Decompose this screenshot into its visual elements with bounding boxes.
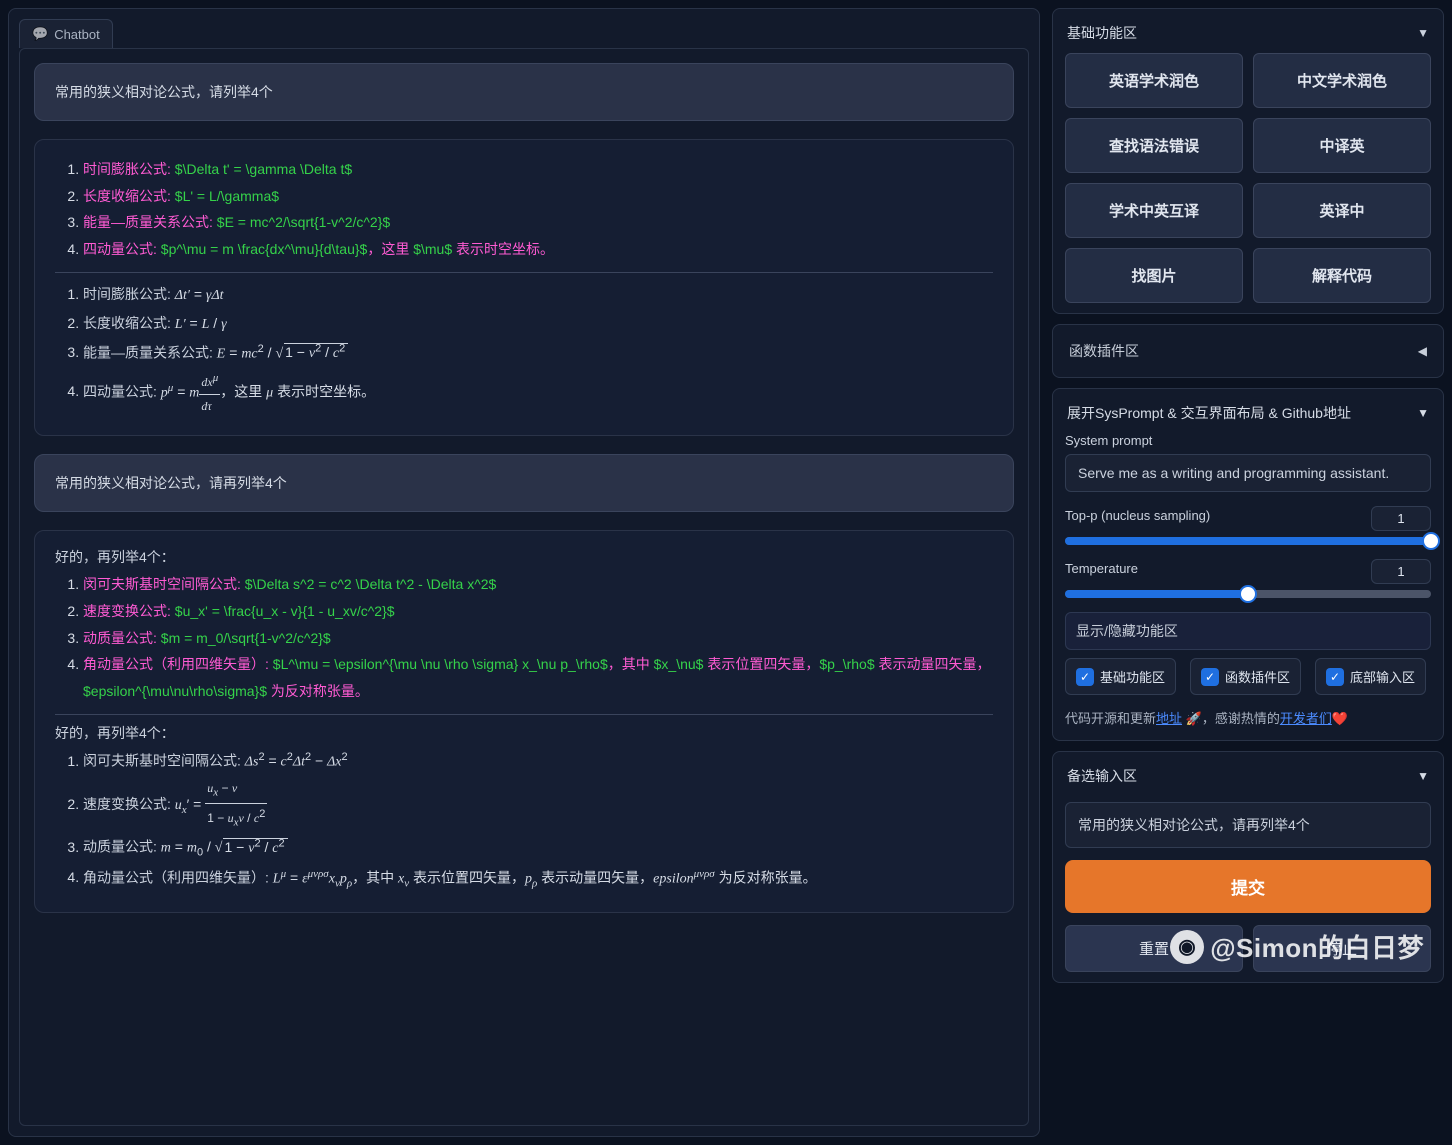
sidebar: 基础功能区 ▼ 英语学术润色中文学术润色查找语法错误中译英学术中英互译英译中找图… xyxy=(1052,8,1444,1137)
top-p-slider[interactable] xyxy=(1065,537,1431,545)
bot-message: 好的，再列举4个： 闵可夫斯基时空间隔公式: $\Delta s^2 = c^2… xyxy=(34,530,1014,912)
toggle-check-1[interactable]: ✓函数插件区 xyxy=(1190,658,1301,695)
tab-chatbot[interactable]: 💬 Chatbot xyxy=(19,19,113,48)
collapse-icon[interactable]: ▼ xyxy=(1417,26,1429,40)
formula-raw-item: 长度收缩公式: $L' = L/\gamma$ xyxy=(83,183,993,210)
bot-message: 时间膨胀公式: $\Delta t' = \gamma \Delta t$长度收… xyxy=(34,139,1014,436)
alt-input[interactable]: 常用的狭义相对论公式，请再列举4个 xyxy=(1065,802,1431,848)
basic-btn-0[interactable]: 英语学术润色 xyxy=(1065,53,1243,108)
check-icon: ✓ xyxy=(1076,668,1094,686)
system-prompt-input[interactable]: Serve me as a writing and programming as… xyxy=(1065,454,1431,492)
tab-label: Chatbot xyxy=(54,27,100,42)
temperature-label: Temperature xyxy=(1065,561,1138,576)
check-icon: ✓ xyxy=(1201,668,1219,686)
formula-raw-item: 能量—质量关系公式: $E = mc^2/\sqrt{1-v^2/c^2}$ xyxy=(83,209,993,236)
basic-btn-7[interactable]: 解释代码 xyxy=(1253,248,1431,303)
basic-btn-3[interactable]: 中译英 xyxy=(1253,118,1431,173)
temperature-value[interactable]: 1 xyxy=(1371,559,1431,584)
formula-raw-item: 四动量公式: $p^\mu = m \frac{dx^\mu}{d\tau}$，… xyxy=(83,236,993,263)
toggle-section-title: 显示/隐藏功能区 xyxy=(1065,612,1431,650)
formula-raw-item: 时间膨胀公式: $\Delta t' = \gamma \Delta t$ xyxy=(83,156,993,183)
basic-btn-5[interactable]: 英译中 xyxy=(1253,183,1431,238)
bot-preamble: 好的，再列举4个： xyxy=(55,723,993,743)
formula-raw-item: 角动量公式（利用四维矢量）: $L^\mu = \epsilon^{\mu \n… xyxy=(83,651,993,704)
formula-rendered-item: 长度收缩公式: L′ = L / γ xyxy=(83,310,993,339)
user-message: 常用的狭义相对论公式，请再列举4个 xyxy=(34,454,1014,512)
basic-btn-1[interactable]: 中文学术润色 xyxy=(1253,53,1431,108)
formula-rendered-item: 速度变换公式: ux′ = ux − v1 − uxv / c2 xyxy=(83,777,993,834)
collapse-icon[interactable]: ▼ xyxy=(1417,769,1429,783)
formula-rendered-item: 角动量公式（利用四维矢量）: Lμ = εμνρσxνpρ，其中 xν 表示位置… xyxy=(83,864,993,894)
devs-link[interactable]: 开发者们 xyxy=(1280,711,1332,726)
links-line: 代码开源和更新地址 🚀，感谢热情的开发者们❤️ xyxy=(1065,709,1431,730)
plugin-panel: 函数插件区 ◀ xyxy=(1052,324,1444,378)
panel-title: 基础功能区 xyxy=(1067,23,1137,43)
toggle-check-0[interactable]: ✓基础功能区 xyxy=(1065,658,1176,695)
formula-rendered-item: 动质量公式: m = m0 / √1 − v2 / c2 xyxy=(83,833,993,863)
basic-panel: 基础功能区 ▼ 英语学术润色中文学术润色查找语法错误中译英学术中英互译英译中找图… xyxy=(1052,8,1444,314)
chat-scroll[interactable]: 常用的狭义相对论公式，请列举4个 时间膨胀公式: $\Delta t' = \g… xyxy=(19,48,1029,1126)
system-prompt-label: System prompt xyxy=(1065,433,1431,448)
user-message: 常用的狭义相对论公式，请列举4个 xyxy=(34,63,1014,121)
panel-title: 展开SysPrompt & 交互界面布局 & Github地址 xyxy=(1067,403,1351,423)
basic-btn-6[interactable]: 找图片 xyxy=(1065,248,1243,303)
formula-raw-item: 闵可夫斯基时空间隔公式: $\Delta s^2 = c^2 \Delta t^… xyxy=(83,571,993,598)
panel-title: 备选输入区 xyxy=(1067,766,1137,786)
basic-btn-4[interactable]: 学术中英互译 xyxy=(1065,183,1243,238)
panel-title: 函数插件区 xyxy=(1069,341,1139,361)
chat-icon: 💬 xyxy=(32,26,48,42)
repo-link[interactable]: 地址 xyxy=(1156,711,1182,726)
top-p-value[interactable]: 1 xyxy=(1371,506,1431,531)
reset-button[interactable]: 重置 xyxy=(1065,925,1243,972)
submit-button[interactable]: 提交 xyxy=(1065,860,1431,913)
top-p-label: Top-p (nucleus sampling) xyxy=(1065,508,1210,523)
bot-preamble: 好的，再列举4个： xyxy=(55,547,993,567)
check-icon: ✓ xyxy=(1326,668,1344,686)
toggle-check-2[interactable]: ✓底部输入区 xyxy=(1315,658,1426,695)
formula-rendered-item: 能量—质量关系公式: E = mc2 / √1 − v2 / c2 xyxy=(83,339,993,368)
alt-input-panel: 备选输入区 ▼ 常用的狭义相对论公式，请再列举4个 提交 重置 停止 xyxy=(1052,751,1444,983)
formula-rendered-item: 闵可夫斯基时空间隔公式: Δs2 = c2Δt2 − Δx2 xyxy=(83,747,993,776)
expand-icon[interactable]: ◀ xyxy=(1418,344,1427,358)
chat-panel: 💬 Chatbot 常用的狭义相对论公式，请列举4个 时间膨胀公式: $\Del… xyxy=(8,8,1040,1137)
formula-rendered-item: 时间膨胀公式: Δt′ = γΔt xyxy=(83,281,993,310)
formula-rendered-item: 四动量公式: pμ = mdxμdτ，这里 μ 表示时空坐标。 xyxy=(83,368,993,418)
sysprompt-panel: 展开SysPrompt & 交互界面布局 & Github地址 ▼ System… xyxy=(1052,388,1444,741)
collapse-icon[interactable]: ▼ xyxy=(1417,406,1429,420)
stop-button[interactable]: 停止 xyxy=(1253,925,1431,972)
formula-raw-item: 动质量公式: $m = m_0/\sqrt{1-v^2/c^2}$ xyxy=(83,625,993,652)
temperature-slider[interactable] xyxy=(1065,590,1431,598)
formula-raw-item: 速度变换公式: $u_x' = \frac{u_x - v}{1 - u_xv/… xyxy=(83,598,993,625)
basic-btn-2[interactable]: 查找语法错误 xyxy=(1065,118,1243,173)
